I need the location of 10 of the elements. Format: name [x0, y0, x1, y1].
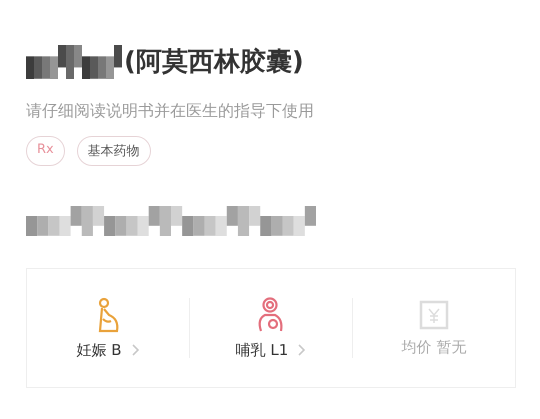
price-tag-icon: [419, 300, 449, 330]
stat-label: 均价 暂无: [402, 338, 466, 356]
drug-tag: Rx: [26, 136, 65, 166]
usage-notice: 请仔细阅读说明书并在医生的指导下使用: [26, 101, 315, 122]
drug-title: (阿莫西林胶囊): [124, 46, 304, 79]
stat-label[interactable]: 妊娠 B: [76, 340, 122, 360]
chevron-right-icon: [298, 344, 306, 356]
chevron-right-icon: [132, 344, 140, 356]
stat-label[interactable]: 哺乳 L1: [236, 340, 288, 360]
drug-tag: 基本药物: [76, 136, 151, 166]
